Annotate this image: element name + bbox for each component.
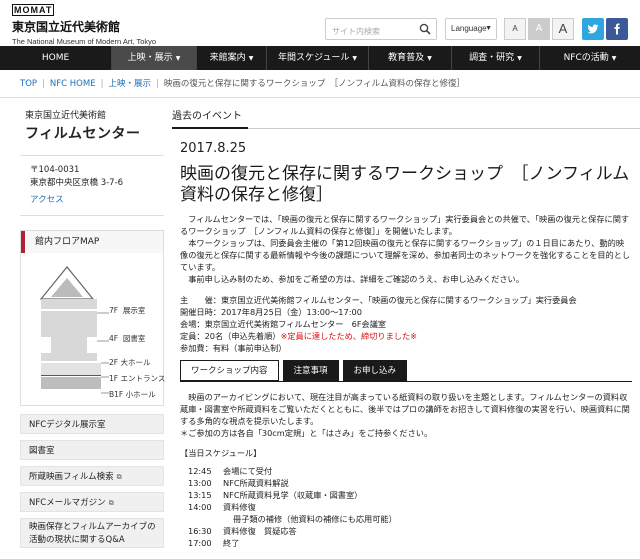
tab-application[interactable]: お申し込み xyxy=(342,360,408,381)
info-host: 主 催：東京国立近代美術館フィルムセンター、「映画の復元と保存に関するワークショ… xyxy=(180,295,577,305)
twitter-button[interactable] xyxy=(582,18,604,40)
nav-education[interactable]: 教育普及 ▼ xyxy=(369,46,452,70)
floor-1f[interactable]: 1F エントランス xyxy=(109,373,165,384)
sidebar-link-mail-magazine[interactable]: NFCメールマガジン ⧉ xyxy=(20,492,164,512)
chevron-down-icon: ▼ xyxy=(611,55,617,62)
tab-notes[interactable]: 注意事項 xyxy=(282,360,339,381)
floor-map-heading: 館内フロアMAP xyxy=(21,231,163,253)
search-icon[interactable] xyxy=(419,23,431,35)
floor-map-area[interactable]: 7F 展示室 4F 図書室 2F 大ホール 1F エントランス B1F 小ホール xyxy=(21,253,165,405)
breadcrumb-top[interactable]: TOP xyxy=(20,79,37,89)
film-center-sub: 東京国立近代美術館 xyxy=(25,111,107,121)
intro-paragraph: 本ワークショップは、同委員会主催の「第12回映画の復元と保存に関するワークショッ… xyxy=(180,238,631,272)
language-select[interactable]: Language ▼ xyxy=(445,18,497,40)
tab-workshop-content[interactable]: ワークショップ内容 xyxy=(180,360,279,381)
event-intro: フィルムセンターでは、「映画の復元と保存に関するワークショップ」実行委員会との共… xyxy=(180,213,632,354)
nav-nfc-activities[interactable]: NFCの活動 ▼ xyxy=(540,46,640,70)
breadcrumb-nfc-home[interactable]: NFC HOME xyxy=(50,79,96,89)
sidebar: 東京国立近代美術館 フィルムセンター 〒104-0031 東京都中央区京橋 3-… xyxy=(20,104,165,548)
info-capacity: 定員：20名（申込先着順）※定員に達したため、締切りました※ xyxy=(180,331,418,341)
chevron-down-icon: ▼ xyxy=(517,55,522,62)
schedule-heading: 【当日スケジュール】 xyxy=(180,448,262,458)
site-header: MOMAT 東京国立近代美術館 The National Museum of M… xyxy=(0,0,640,46)
nav-home[interactable]: HOME xyxy=(0,46,112,70)
sidebar-link-qa[interactable]: 映画保存とフィルムアーカイブの活動の現状に関するQ&A xyxy=(20,518,164,548)
main-content: 過去のイベント 2017.8.25 映画の復元と保存に関するワークショップ ［ノ… xyxy=(172,104,640,549)
chevron-down-icon: ▼ xyxy=(248,55,254,62)
chevron-down-icon: ▼ xyxy=(175,55,181,62)
font-size-small-button[interactable]: A xyxy=(504,18,526,40)
nav-annual-schedule[interactable]: 年間スケジュール ▼ xyxy=(267,46,369,70)
breadcrumb-current: 映画の復元と保存に関するワークショップ ［ノンフィルム資料の保存と修復］ xyxy=(163,79,465,89)
sidebar-link-library[interactable]: 図書室 xyxy=(20,440,164,460)
floor-2f[interactable]: 2F 大ホール xyxy=(109,357,150,368)
floor-map: 館内フロアMAP 7F 展示室 4F 図書室 2F 大ホール 1F エントランス… xyxy=(20,230,165,406)
content-paragraph: 映画のアーカイビングにおいて、現在注目が高まっている紙資料の取り扱いを主題としま… xyxy=(180,392,630,426)
event-date: 2017.8.25 xyxy=(180,141,247,156)
chevron-down-icon: ▼ xyxy=(485,25,492,32)
schedule-row: 14:00 資料修復 xyxy=(188,502,256,512)
global-nav: HOME 上映・展示 ▼ 来館案内 ▼ 年間スケジュール ▼ 教育普及 ▼ 調査・研究 ▼… xyxy=(0,46,640,70)
schedule-row: 13:15 NFC所蔵資料見学（収蔵庫・図書室） xyxy=(188,490,363,500)
sidebar-link-digital-gallery[interactable]: NFCデジタル展示室 xyxy=(20,414,164,434)
schedule-row: 冊子類の補修（他資料の補修にも応用可能） xyxy=(233,514,397,524)
logo-english: The National Museum of Modern Art, Tokyo xyxy=(12,37,157,46)
chevron-down-icon: ▼ xyxy=(427,55,432,62)
address-block: 〒104-0031 東京都中央区京橋 3-7-6 アクセス xyxy=(20,155,164,216)
schedule: 【当日スケジュール】 12:45 会場にて受付 13:00 NFC所蔵資料解説 13… xyxy=(180,447,640,549)
facebook-button[interactable] xyxy=(606,18,628,40)
info-venue: 会場：東京国立近代美術館フィルムセンター 6F会議室 xyxy=(180,319,387,329)
event-info: 主 催：東京国立近代美術館フィルムセンター、「映画の復元と保存に関するワークショ… xyxy=(180,294,632,354)
external-link-icon: ⧉ xyxy=(116,473,122,481)
schedule-row: 13:00 NFC所蔵資料解説 xyxy=(188,478,289,488)
film-center-heading: 東京国立近代美術館 フィルムセンター xyxy=(20,104,164,147)
workshop-content: 映画のアーカイビングにおいて、現在注目が高まっている紙資料の取り扱いを主題としま… xyxy=(180,391,632,439)
schedule-row: 16:30 資料修復 質疑応答 xyxy=(188,526,297,536)
nav-screenings-exhibitions[interactable]: 上映・展示 ▼ xyxy=(112,46,197,70)
access-link[interactable]: アクセス xyxy=(30,194,154,207)
logo-mark: MOMAT xyxy=(12,4,55,16)
chevron-down-icon: ▼ xyxy=(352,55,357,62)
font-size-large-button[interactable]: A xyxy=(552,18,574,40)
info-fee: 参加費：有料（事前申込制） xyxy=(180,343,287,353)
nav-visitor-info[interactable]: 来館案内 ▼ xyxy=(197,46,267,70)
floor-7f[interactable]: 7F 展示室 xyxy=(109,305,145,316)
schedule-row: 17:00 終了 xyxy=(188,538,240,548)
floor-b1f[interactable]: B1F 小ホール xyxy=(109,389,156,400)
sidebar-link-film-search[interactable]: 所蔵映画フィルム検索 ⧉ xyxy=(20,466,164,486)
event-title: 映画の復元と保存に関するワークショップ ［ノンフィルム資料の保存と修復］ xyxy=(180,164,630,205)
info-datetime: 開催日時：2017年8月25日（金）13:00～17:00 xyxy=(180,307,362,317)
postal-code: 〒104-0031 xyxy=(30,165,80,175)
twitter-icon xyxy=(587,24,599,34)
section-tab-past-events[interactable]: 過去のイベント xyxy=(172,104,248,129)
search-input[interactable] xyxy=(326,21,414,42)
street-address: 東京都中央区京橋 3-7-6 xyxy=(30,178,124,188)
capacity-alert: ※定員に達したため、締切りました※ xyxy=(280,331,418,341)
schedule-row: 12:45 会場にて受付 xyxy=(188,466,273,476)
language-label: Language xyxy=(451,24,487,33)
content-tabs: ワークショップ内容 注意事項 お申し込み xyxy=(180,360,640,381)
nav-research[interactable]: 調査・研究 ▼ xyxy=(452,46,540,70)
logo-japanese: 東京国立近代美術館 xyxy=(12,20,121,34)
intro-paragraph: フィルムセンターでは、「映画の復元と保存に関するワークショップ」実行委員会との共… xyxy=(180,214,630,236)
site-logo[interactable]: MOMAT 東京国立近代美術館 The National Museum of M… xyxy=(12,4,157,46)
floor-4f[interactable]: 4F 図書室 xyxy=(109,333,145,344)
film-center-title: フィルムセンター xyxy=(25,126,141,142)
font-size-medium-button[interactable]: A xyxy=(528,18,550,40)
breadcrumb-screenings[interactable]: 上映・展示 xyxy=(108,79,151,89)
site-search xyxy=(325,18,437,42)
external-link-icon: ⧉ xyxy=(108,499,114,507)
content-note: ＊ご参加の方は各自「30cm定規」と「はさみ」をご持参ください。 xyxy=(180,428,433,438)
facebook-icon xyxy=(614,23,620,35)
breadcrumb: TOP | NFC HOME | 上映・展示 | 映画の復元と保存に関するワークショップ ［… xyxy=(0,70,640,98)
intro-paragraph: 事前申し込み制のため、参加をご希望の方は、詳細をご確認のうえ、お申し込みください… xyxy=(188,274,524,284)
